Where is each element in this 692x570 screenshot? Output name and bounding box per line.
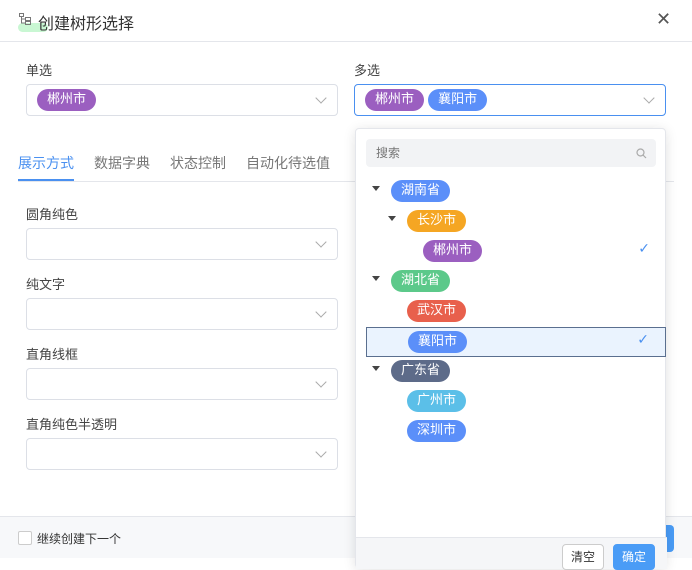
- chevron-down-icon: [315, 446, 327, 458]
- tree-node[interactable]: 湖北省: [366, 267, 666, 297]
- tree-node-tag: 深圳市: [407, 420, 467, 442]
- field-label: 直角纯色半透明: [26, 418, 118, 433]
- tree-node-tag: 襄阳市: [408, 331, 468, 353]
- tree-node-tag: 广州市: [407, 390, 467, 412]
- field-label: 纯文字: [26, 278, 66, 293]
- tree-node[interactable]: 武汉市: [366, 297, 666, 327]
- single-select-label: 单选: [26, 64, 53, 79]
- tree-node[interactable]: 广州市: [366, 387, 666, 417]
- tree-node[interactable]: 深圳市: [366, 417, 666, 447]
- active-tab-indicator: [18, 179, 74, 181]
- close-icon[interactable]: ✕: [656, 9, 671, 30]
- tree-node[interactable]: 长沙市: [366, 207, 666, 237]
- clear-button[interactable]: 清空: [562, 544, 605, 570]
- tree-node-tag: 广东省: [391, 360, 451, 382]
- tree-dropdown-panel: 湖南省长沙市郴州市 ✓ 湖北省武汉市襄阳市 ✓ 广东省广州市深圳市 清空 确定: [355, 128, 667, 570]
- tree-node[interactable]: 郴州市 ✓: [366, 237, 666, 267]
- selected-tag: 襄阳市: [428, 89, 488, 111]
- check-icon: ✓: [638, 241, 650, 257]
- field-select[interactable]: [26, 228, 338, 260]
- continue-checkbox[interactable]: [18, 531, 32, 545]
- multi-select[interactable]: 郴州市 襄阳市: [354, 84, 666, 116]
- tab-display-mode[interactable]: 展示方式: [18, 153, 74, 173]
- chevron-down-icon: [315, 92, 327, 104]
- chevron-down-icon: [315, 236, 327, 248]
- tree-node[interactable]: 广东省: [366, 357, 666, 387]
- continue-checkbox-label[interactable]: 继续创建下一个: [37, 530, 121, 547]
- chevron-down-icon: [643, 92, 655, 104]
- field-select[interactable]: [26, 368, 338, 400]
- tree-node-tag: 郴州市: [423, 240, 483, 262]
- caret-down-icon[interactable]: [372, 366, 380, 371]
- tab-data-dictionary[interactable]: 数据字典: [94, 153, 150, 173]
- multi-select-label: 多选: [354, 64, 381, 79]
- selected-tag: 郴州市: [365, 89, 425, 111]
- dialog-title: 创建树形选择: [38, 14, 135, 33]
- field-label: 圆角纯色: [26, 208, 79, 223]
- tree-node-tag: 长沙市: [407, 210, 467, 232]
- caret-down-icon[interactable]: [388, 216, 396, 221]
- tree-node[interactable]: 襄阳市 ✓: [366, 327, 666, 357]
- check-icon: ✓: [637, 332, 649, 348]
- tree-node[interactable]: 湖南省: [366, 177, 666, 207]
- chevron-down-icon: [315, 306, 327, 318]
- chevron-down-icon: [315, 376, 327, 388]
- field-select[interactable]: [26, 438, 338, 470]
- selected-tag: 郴州市: [37, 89, 97, 111]
- field-label: 直角线框: [26, 348, 79, 363]
- confirm-button[interactable]: 确定: [613, 544, 656, 570]
- search-icon: [636, 148, 647, 159]
- tab-auto-values[interactable]: 自动化待选值: [246, 153, 330, 173]
- caret-down-icon[interactable]: [372, 276, 380, 281]
- tree-node-tag: 湖北省: [391, 270, 451, 292]
- tree-node-tag: 武汉市: [407, 300, 467, 322]
- tree-node-tag: 湖南省: [391, 180, 451, 202]
- search-input[interactable]: [366, 139, 656, 167]
- tab-state-control[interactable]: 状态控制: [170, 153, 226, 173]
- field-select[interactable]: [26, 298, 338, 330]
- single-select[interactable]: 郴州市: [26, 84, 338, 116]
- caret-down-icon[interactable]: [372, 186, 380, 191]
- panel-footer: 清空 确定: [356, 537, 667, 570]
- tree-icon: [19, 13, 31, 25]
